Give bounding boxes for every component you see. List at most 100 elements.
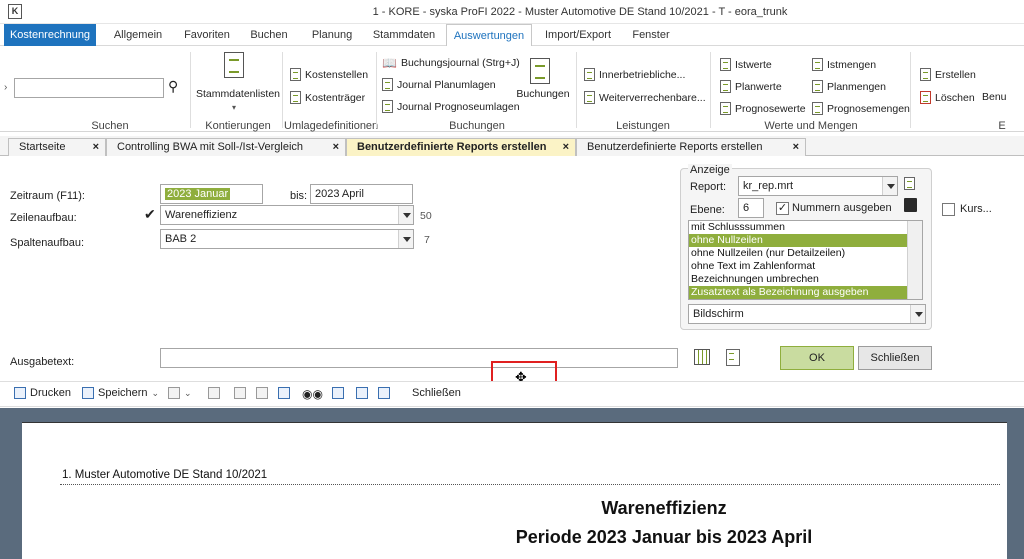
list-item[interactable]: Zusatztext als Bezeichnung ausgeben [689, 286, 908, 299]
dropdown-arrow-icon[interactable] [398, 206, 413, 224]
search-icon[interactable]: ⚲ [168, 78, 178, 95]
spaltenaufbau-select[interactable]: BAB 2 [160, 229, 414, 249]
dropdown-arrow-icon[interactable] [882, 177, 897, 195]
list-item[interactable]: ohne Nullzeilen (nur Detailzeilen) [689, 247, 908, 260]
table-icon-button[interactable] [278, 387, 290, 399]
speichern-button[interactable]: Speichern ⌄ [82, 387, 159, 399]
tab-planung[interactable]: Planung [304, 24, 360, 46]
benutzer-button[interactable]: Benu [982, 91, 1007, 103]
tab-fenster[interactable]: Fenster [624, 24, 678, 46]
chevron-right-icon[interactable]: › [4, 82, 7, 93]
journal-planumlagen-button[interactable]: Journal Planumlagen [382, 78, 496, 91]
weiterverrechenbare-button[interactable]: Weiterverrechenbare... [584, 91, 706, 104]
copy-icon-button[interactable] [234, 387, 246, 399]
doc-tab-controlling-bwa[interactable]: Controlling BWA mit Soll-/Ist-Vergleich × [106, 138, 346, 156]
close-icon[interactable]: × [333, 139, 339, 156]
prognosemengen-label: Prognosemengen [827, 102, 910, 115]
toolbar-schliessen-button[interactable]: Schließen [412, 387, 461, 399]
export-button[interactable]: ⌄ [168, 387, 192, 399]
planwerte-label: Planwerte [735, 80, 782, 93]
loeschen-button[interactable]: Löschen [920, 91, 975, 104]
doc-tab-reports[interactable]: Benutzerdefinierte Reports erstellen × [576, 138, 806, 156]
close-icon[interactable]: × [93, 139, 99, 156]
report-period-text: Periode 2023 Januar bis 2023 April [515, 527, 813, 547]
close-icon[interactable]: × [563, 139, 569, 156]
ausgabetext-input[interactable] [160, 348, 678, 368]
doc-tab-startseite[interactable]: Startseite × [8, 138, 106, 156]
kostentraeger-button[interactable]: Kostenträger [290, 91, 365, 104]
list-item[interactable]: ohne Nullzeilen [689, 234, 908, 247]
list-item[interactable]: ohne Text im Zahlenformat [689, 260, 908, 273]
report-select[interactable]: kr_rep.mrt [738, 176, 898, 196]
title-bar: K 1 - KORE - syska ProFI 2022 - Muster A… [0, 0, 1024, 24]
tab-allgemein[interactable]: Allgemein [108, 24, 168, 46]
group-label-buchungen: Buchungen [449, 120, 505, 132]
group-label-suchen: Suchen [91, 120, 129, 132]
page-icon-button[interactable] [208, 387, 220, 399]
ebene-input[interactable]: 6 [738, 198, 764, 218]
page-width-icon [356, 387, 368, 399]
save-icon[interactable] [904, 198, 917, 212]
view3-icon-button[interactable] [378, 387, 390, 399]
doc-tab-reports-active[interactable]: Benutzerdefinierte Reports erstellen × [346, 138, 576, 156]
chevron-down-icon[interactable]: ⌄ [184, 388, 192, 399]
new-document-icon [920, 68, 931, 81]
doc-tab-label: Controlling BWA mit Soll-/Ist-Vergleich [117, 141, 304, 153]
document-preview-icon[interactable] [726, 349, 740, 369]
buchungsjournal-button[interactable]: 📖 Buchungsjournal (Strg+J) [382, 56, 520, 70]
checkmark-icon: ✔ [144, 206, 156, 222]
tab-auswertungen[interactable]: Auswertungen [446, 24, 532, 47]
kostentraeger-label: Kostenträger [305, 91, 366, 104]
prognosemengen-button[interactable]: Prognosemengen [812, 102, 910, 115]
kurs-checkbox[interactable] [942, 203, 955, 216]
paste-icon-button[interactable] [256, 387, 268, 399]
chevron-down-icon[interactable]: ⌄ [152, 388, 160, 399]
prognosewerte-button[interactable]: Prognosewerte [720, 102, 806, 115]
output-select[interactable]: Bildschirm [688, 304, 926, 324]
journal-prognoseumlagen-button[interactable]: Journal Prognoseumlagen [382, 100, 520, 113]
stammdatenlisten-button[interactable]: Stammdatenlisten [196, 88, 280, 100]
zeitraum-to-input[interactable]: 2023 April [310, 184, 413, 204]
view-icon-button[interactable] [332, 387, 344, 399]
view2-icon-button[interactable] [356, 387, 368, 399]
group-separator [376, 52, 377, 128]
dropdown-arrow-icon[interactable] [910, 305, 925, 323]
tab-buchen[interactable]: Buchen [244, 24, 294, 46]
document-icon [290, 91, 301, 104]
copy-icon [234, 387, 246, 399]
new-report-icon[interactable] [904, 177, 915, 193]
list-item[interactable]: Bezeichnungen umbrechen [689, 273, 908, 286]
dropdown-arrow-icon[interactable]: ▾ [232, 103, 236, 112]
zeitraum-from-input[interactable]: 2023 Januar [160, 184, 263, 204]
tab-stammdaten[interactable]: Stammdaten [368, 24, 440, 46]
tab-favoriten[interactable]: Favoriten [178, 24, 236, 46]
list-item[interactable]: mit Schlusssummen [689, 221, 908, 234]
planmengen-button[interactable]: Planmengen [812, 80, 886, 93]
istmengen-button[interactable]: Istmengen [812, 58, 876, 71]
istwerte-button[interactable]: Istwerte [720, 58, 772, 71]
document-icon [720, 80, 731, 93]
dropdown-arrow-icon[interactable] [398, 230, 413, 248]
tab-import-export[interactable]: Import/Export [540, 24, 616, 46]
ok-button[interactable]: OK [780, 346, 854, 370]
planwerte-button[interactable]: Planwerte [720, 80, 782, 93]
paste-icon [256, 387, 268, 399]
buchungen-button[interactable]: Buchungen [516, 88, 570, 100]
erstellen-button[interactable]: Erstellen [920, 68, 976, 81]
search-input[interactable] [14, 78, 164, 98]
kostenstellen-button[interactable]: Kostenstellen [290, 68, 368, 81]
printer-icon [14, 387, 26, 399]
group-label-kontierungen: Kontierungen [205, 120, 271, 132]
innerbetriebliche-button[interactable]: Innerbetriebliche... [584, 68, 685, 81]
close-icon[interactable]: × [793, 139, 799, 156]
options-listbox[interactable]: mit Schlusssummen ohne Nullzeilen ohne N… [688, 220, 923, 300]
schliessen-button[interactable]: Schließen [858, 346, 932, 370]
find-icon-button[interactable]: ◉◉ [302, 387, 323, 401]
listbox-scrollbar[interactable] [907, 221, 922, 299]
tab-kostenrechnung[interactable]: Kostenrechnung [4, 24, 96, 46]
drucken-button[interactable]: Drucken [14, 387, 71, 399]
columns-icon[interactable] [694, 349, 710, 365]
stammdatenlisten-icon [224, 52, 244, 81]
nummern-checkbox[interactable]: ✓ [776, 202, 789, 215]
zeilenaufbau-select[interactable]: Wareneffizienz [160, 205, 414, 225]
